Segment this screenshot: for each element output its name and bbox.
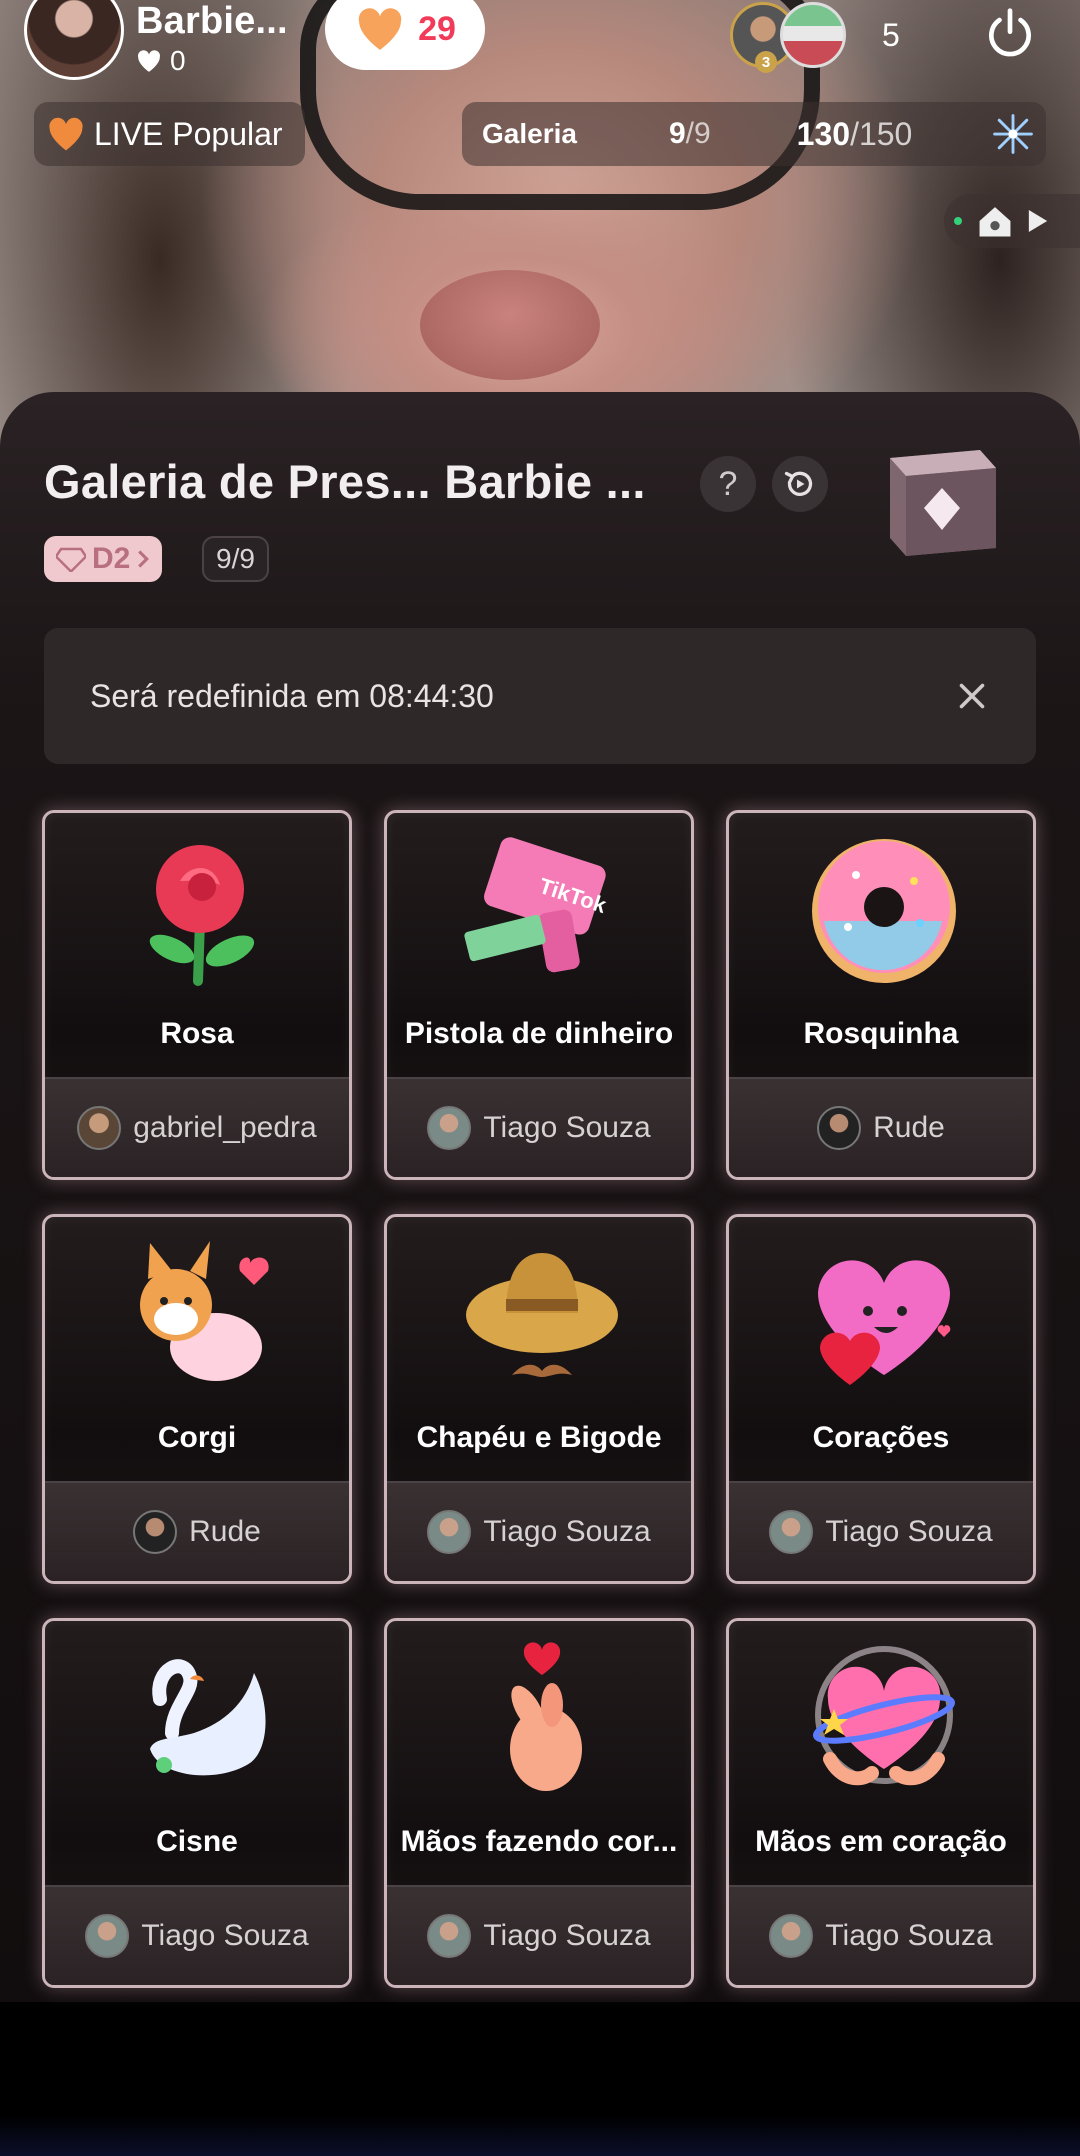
help-icon: ?	[718, 464, 738, 503]
video-lips	[420, 270, 600, 380]
gift-name: Cisne	[156, 1825, 238, 1858]
hand-heart-icon	[812, 1646, 956, 1786]
sender-name: Tiago Souza	[483, 1515, 651, 1548]
level-label: D2	[92, 542, 131, 575]
sender-name: Tiago Souza	[483, 1919, 651, 1952]
host-likes-count: 0	[170, 44, 186, 76]
gift-sender[interactable]: Tiago Souza	[387, 1481, 691, 1581]
gift-name: Mãos em coração	[755, 1825, 1007, 1858]
history-button[interactable]	[772, 456, 828, 512]
sender-name: Tiago Souza	[825, 1919, 993, 1952]
viewer-rank: 3	[755, 51, 777, 73]
gallery-bar[interactable]: Galeria 9/9 130/150	[462, 102, 1046, 166]
panel-title: Galeria de Pres... Barbie ...	[44, 455, 646, 508]
gift-name: Corgi	[157, 1421, 237, 1454]
live-popular-label: LIVE Popular	[94, 115, 283, 152]
top-viewers[interactable]: 3 5	[730, 2, 900, 73]
sender-avatar	[85, 1914, 130, 1958]
gift-card[interactable]: Rosquinha Rude	[726, 810, 1036, 1180]
heart-outline-icon	[138, 49, 161, 72]
hearts-icon	[818, 1260, 951, 1385]
side-controls[interactable]	[944, 194, 1080, 248]
sender-avatar	[769, 1914, 814, 1958]
viewer-count[interactable]: 5	[882, 17, 900, 54]
gift-card[interactable]: Mãos fazendo cor... Tiago Souza	[384, 1618, 694, 1988]
reset-text: Será redefinida em 08:44:30	[90, 677, 494, 714]
gift-sender[interactable]: Tiago Souza	[729, 1885, 1033, 1985]
gift-name: Chapéu e Bigode	[416, 1421, 662, 1454]
gift-sender[interactable]: Rude	[729, 1077, 1033, 1177]
close-icon	[959, 683, 985, 709]
sender-avatar	[427, 1914, 472, 1958]
gift-sender[interactable]: Rude	[45, 1481, 349, 1581]
like-count: 29	[418, 9, 456, 48]
gallery-bar-count: 9/9	[668, 117, 711, 150]
gift-gallery-panel: Galeria de Pres... Barbie ... ? D2 9/9 S…	[0, 392, 1080, 2002]
sender-name: Tiago Souza	[141, 1919, 309, 1952]
gift-sender[interactable]: Tiago Souza	[729, 1481, 1033, 1581]
close-notice-button[interactable]	[944, 668, 1000, 724]
swan-icon	[150, 1659, 266, 1776]
gallery-bar-title: Galeria	[482, 118, 577, 149]
orange-heart-icon	[49, 117, 83, 151]
heart-icon	[358, 8, 402, 50]
hat-mustache-icon	[466, 1253, 618, 1377]
host-avatar[interactable]	[24, 0, 124, 80]
sender-name: Rude	[189, 1515, 261, 1548]
home-icon[interactable]	[976, 204, 1014, 238]
gift-name: Corações	[812, 1421, 950, 1454]
money-gun-icon: TikTok	[464, 837, 610, 973]
gift-card[interactable]: Rosa gabriel_pedra	[42, 810, 352, 1180]
gift-card[interactable]: TikTok Pistola de dinheiro Tiago Souza	[384, 810, 694, 1180]
gallery-progress: 9/9	[202, 536, 269, 582]
viewer-avatar[interactable]	[780, 2, 846, 68]
gallery-bar-progress: 130/150	[796, 115, 913, 152]
chevron-right-icon	[138, 550, 150, 568]
history-icon	[784, 471, 813, 496]
power-icon[interactable]	[982, 6, 1038, 62]
crystal-cube-icon[interactable]	[870, 438, 1010, 568]
corgi-icon	[140, 1241, 269, 1381]
sender-avatar	[427, 1106, 472, 1150]
gift-card[interactable]: Mãos em coração Tiago Souza	[726, 1618, 1036, 1988]
host-info[interactable]: Barbie... 0	[24, 0, 288, 80]
gift-sender[interactable]: Tiago Souza	[387, 1077, 691, 1177]
like-button[interactable]: 29	[325, 0, 485, 70]
fireworks-icon	[993, 114, 1033, 154]
gift-name: Pistola de dinheiro	[404, 1017, 674, 1050]
sender-avatar	[427, 1510, 472, 1554]
sender-name: Tiago Souza	[483, 1111, 651, 1144]
sender-avatar	[77, 1106, 122, 1150]
gift-sender[interactable]: Tiago Souza	[387, 1885, 691, 1985]
sender-name: Tiago Souza	[825, 1515, 993, 1548]
gift-card[interactable]: Corações Tiago Souza	[726, 1214, 1036, 1584]
gift-name: Rosa	[160, 1017, 234, 1050]
donut-icon	[812, 839, 956, 983]
sender-avatar	[817, 1106, 862, 1150]
gift-card[interactable]: Chapéu e Bigode Tiago Souza	[384, 1214, 694, 1584]
play-icon[interactable]	[1028, 210, 1048, 232]
gift-card[interactable]: Corgi Rude	[42, 1214, 352, 1584]
online-dot	[954, 217, 962, 225]
gift-name: Rosquinha	[803, 1017, 959, 1050]
diamond-icon	[56, 547, 86, 572]
sender-avatar	[769, 1510, 814, 1554]
gift-sender[interactable]: Tiago Souza	[45, 1885, 349, 1985]
sender-name: Rude	[873, 1111, 945, 1144]
level-badge[interactable]: D2	[44, 536, 163, 582]
gift-sender[interactable]: gabriel_pedra	[45, 1077, 349, 1177]
system-nav-bar	[0, 2116, 1080, 2156]
gift-grid: Rosa gabriel_pedra TikTok Pistola de din…	[42, 810, 1038, 1988]
finger-heart-icon	[510, 1642, 582, 1791]
host-name: Barbie...	[136, 0, 288, 42]
rose-icon	[149, 845, 255, 986]
sender-name: gabriel_pedra	[133, 1111, 317, 1144]
gift-name: Mãos fazendo cor...	[400, 1825, 678, 1858]
sender-avatar	[133, 1510, 178, 1554]
reset-notice: Será redefinida em 08:44:30	[44, 628, 1036, 764]
gift-card[interactable]: Cisne Tiago Souza	[42, 1618, 352, 1988]
help-button[interactable]: ?	[700, 456, 756, 512]
live-popular-badge[interactable]: LIVE Popular	[34, 102, 305, 166]
